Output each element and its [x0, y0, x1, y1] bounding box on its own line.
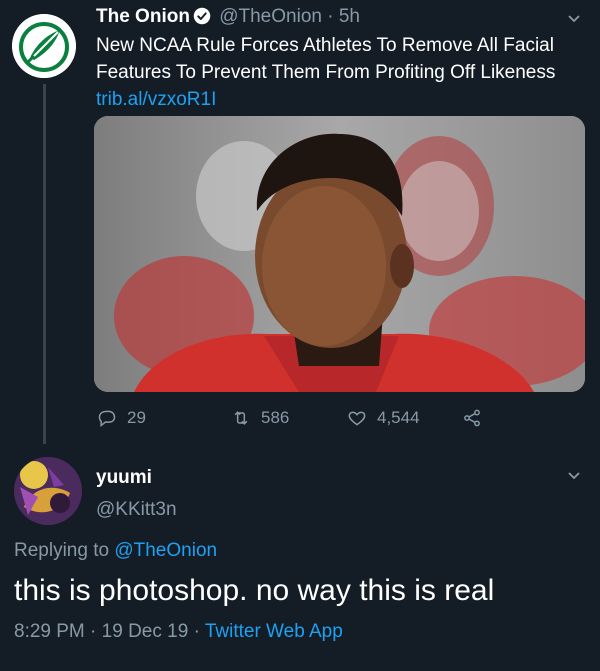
replying-prefix: Replying to [14, 540, 110, 561]
chevron-down-icon[interactable] [566, 10, 582, 31]
share-button[interactable] [462, 408, 482, 428]
reply-button[interactable]: 29 [97, 408, 146, 428]
retweet-icon [234, 411, 248, 425]
reply-text: this is photoshop. no way this is real [14, 574, 495, 607]
tweet-time[interactable]: 5h [339, 6, 360, 27]
replying-to-handle[interactable]: @TheOnion [114, 540, 217, 561]
reply-author-name[interactable]: yuumi [96, 467, 152, 489]
verified-icon [193, 7, 211, 25]
tweet-actions: 29 586 4,544 [0, 408, 600, 432]
tweet-body: New NCAA Rule Forces Athletes To Remove … [96, 35, 556, 83]
author-handle[interactable]: @TheOnion [219, 6, 322, 27]
separator: · [193, 621, 200, 642]
retweet-button[interactable]: 586 [231, 408, 289, 428]
reply-source[interactable]: Twitter Web App [205, 621, 343, 642]
onion-avatar[interactable] [12, 14, 76, 78]
share-icon [464, 409, 480, 427]
faceless-athlete-photo [94, 116, 585, 392]
reply-author-handle[interactable]: @KKitt3n [96, 499, 177, 521]
reply-chevron-down-icon[interactable] [566, 467, 582, 488]
reply-icon [98, 410, 116, 428]
replying-to: Replying to @TheOnion [14, 540, 217, 562]
separator: · [90, 621, 97, 642]
reply-time[interactable]: 8:29 PM [14, 621, 85, 642]
reply-date[interactable]: 19 Dec 19 [102, 621, 189, 642]
separator: · [327, 6, 334, 27]
like-icon [348, 411, 366, 426]
tweet-image[interactable] [94, 116, 585, 392]
tweet-link[interactable]: trib.al/vzxoR1I [96, 89, 216, 110]
onion-logo [12, 14, 76, 78]
tweet-text: New NCAA Rule Forces Athletes To Remove … [96, 32, 576, 113]
reply-count: 29 [127, 408, 146, 427]
thread-line [43, 84, 46, 444]
author-name[interactable]: The Onion [96, 6, 190, 27]
like-count: 4,544 [377, 408, 420, 427]
like-button[interactable]: 4,544 [347, 408, 420, 428]
avatar-illustration [14, 457, 82, 525]
retweet-count: 586 [261, 408, 290, 427]
reply-meta: 8:29 PM · 19 Dec 19 · Twitter Web App [14, 621, 343, 643]
tweet-header: The Onion @TheOnion · 5h [96, 6, 360, 28]
yuumi-avatar[interactable] [14, 457, 82, 525]
